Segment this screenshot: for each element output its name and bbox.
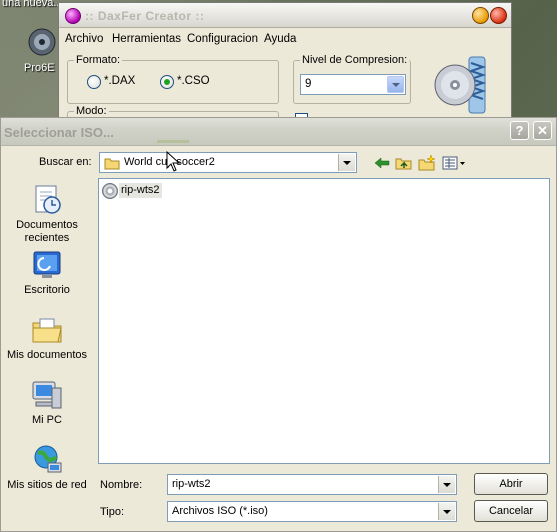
- look-in-label: Buscar en:: [39, 156, 92, 168]
- filename-value: rip-wts2: [172, 478, 211, 490]
- cancel-button[interactable]: Cancelar: [474, 500, 548, 522]
- new-folder-icon[interactable]: [418, 154, 436, 171]
- radio-dax-label: *.DAX: [104, 75, 136, 87]
- file-list[interactable]: rip-wts2: [98, 178, 550, 464]
- place-label: Escritorio: [24, 284, 70, 296]
- title-highlight: [157, 140, 189, 143]
- menu-herramientas[interactable]: Herramientas: [112, 33, 181, 45]
- chevron-down-icon[interactable]: [438, 476, 455, 493]
- places-bar: Documentos recientes Escritorio Mis docu…: [4, 175, 90, 523]
- program-shortcut-label: Pro6E: [24, 62, 55, 74]
- place-recent-documents[interactable]: Documentos recientes: [4, 183, 90, 245]
- format-group: Formato: *.DAX *.CSO: [67, 54, 279, 104]
- app-title-bar[interactable]: :: DaxFer Creator ::: [59, 3, 511, 28]
- recent-documents-icon: [30, 183, 64, 217]
- folder-icon: [104, 156, 120, 173]
- mouse-cursor-icon: [166, 150, 181, 173]
- app-icon: [65, 8, 81, 24]
- place-label: Documentos recientes: [16, 219, 78, 244]
- menu-archivo[interactable]: Archivo: [65, 33, 103, 45]
- desktop-icon: [30, 248, 64, 282]
- menu-ayuda[interactable]: Ayuda: [264, 33, 296, 45]
- chevron-down-icon[interactable]: [438, 503, 455, 520]
- format-group-label: Formato:: [74, 54, 123, 66]
- compression-group-label: Nivel de Compresion:: [300, 54, 410, 66]
- filename-combobox[interactable]: rip-wts2: [167, 474, 457, 495]
- network-places-icon: [30, 443, 64, 477]
- look-in-combobox[interactable]: World cup soccer2: [99, 152, 357, 173]
- place-label: Mis sitios de red: [7, 479, 87, 491]
- menu-configuracion[interactable]: Configuracion: [187, 33, 258, 45]
- up-folder-icon[interactable]: [395, 155, 413, 171]
- app-close-button[interactable]: [490, 7, 507, 24]
- place-desktop[interactable]: Escritorio: [4, 248, 90, 297]
- dialog-title-bar[interactable]: Seleccionar ISO... ? ✕: [1, 118, 556, 146]
- chevron-down-icon[interactable]: [387, 76, 404, 93]
- disc-image-icon: [102, 183, 118, 199]
- compression-level-select[interactable]: 9: [300, 74, 406, 95]
- daxfer-creator-window: :: DaxFer Creator :: Archivo Herramienta…: [58, 2, 512, 134]
- app-title: :: DaxFer Creator ::: [85, 9, 205, 23]
- compress-disc-logo-icon: [431, 53, 491, 117]
- my-computer-icon: [30, 378, 64, 412]
- minimize-button[interactable]: [472, 7, 489, 24]
- chevron-down-icon[interactable]: [338, 154, 355, 171]
- dialog-title: Seleccionar ISO...: [4, 125, 114, 140]
- view-menu-icon[interactable]: [441, 155, 467, 171]
- dialog-close-button[interactable]: ✕: [533, 121, 552, 140]
- file-name: rip-wts2: [119, 183, 162, 198]
- open-button[interactable]: Abrir: [474, 473, 548, 495]
- app-menu-bar: Archivo Herramientas Configuracion Ayuda: [59, 29, 511, 49]
- filetype-label: Tipo:: [100, 506, 125, 518]
- radio-cso-label: *.CSO: [177, 75, 210, 87]
- back-icon[interactable]: [373, 155, 391, 171]
- desktop-caption: una nueva...: [2, 0, 63, 9]
- mode-group-label: Modo:: [74, 105, 109, 117]
- filetype-select[interactable]: Archivos ISO (*.iso): [167, 501, 457, 522]
- my-documents-icon: [30, 313, 64, 347]
- place-my-documents[interactable]: Mis documentos: [4, 313, 90, 362]
- place-my-computer[interactable]: Mi PC: [4, 378, 90, 427]
- place-label: Mis documentos: [6, 349, 88, 361]
- filetype-value: Archivos ISO (*.iso): [172, 505, 268, 517]
- filename-label: Nombre:: [100, 479, 143, 491]
- program-shortcut-icon[interactable]: [26, 26, 58, 58]
- compression-level-value: 9: [305, 78, 312, 90]
- place-network[interactable]: Mis sitios de red: [4, 443, 90, 492]
- select-iso-dialog: Seleccionar ISO... ? ✕ Buscar en: World …: [0, 117, 557, 532]
- radio-cso[interactable]: [160, 75, 174, 89]
- help-button[interactable]: ?: [510, 121, 529, 140]
- place-label: Mi PC: [32, 414, 62, 426]
- radio-dax[interactable]: [87, 75, 101, 89]
